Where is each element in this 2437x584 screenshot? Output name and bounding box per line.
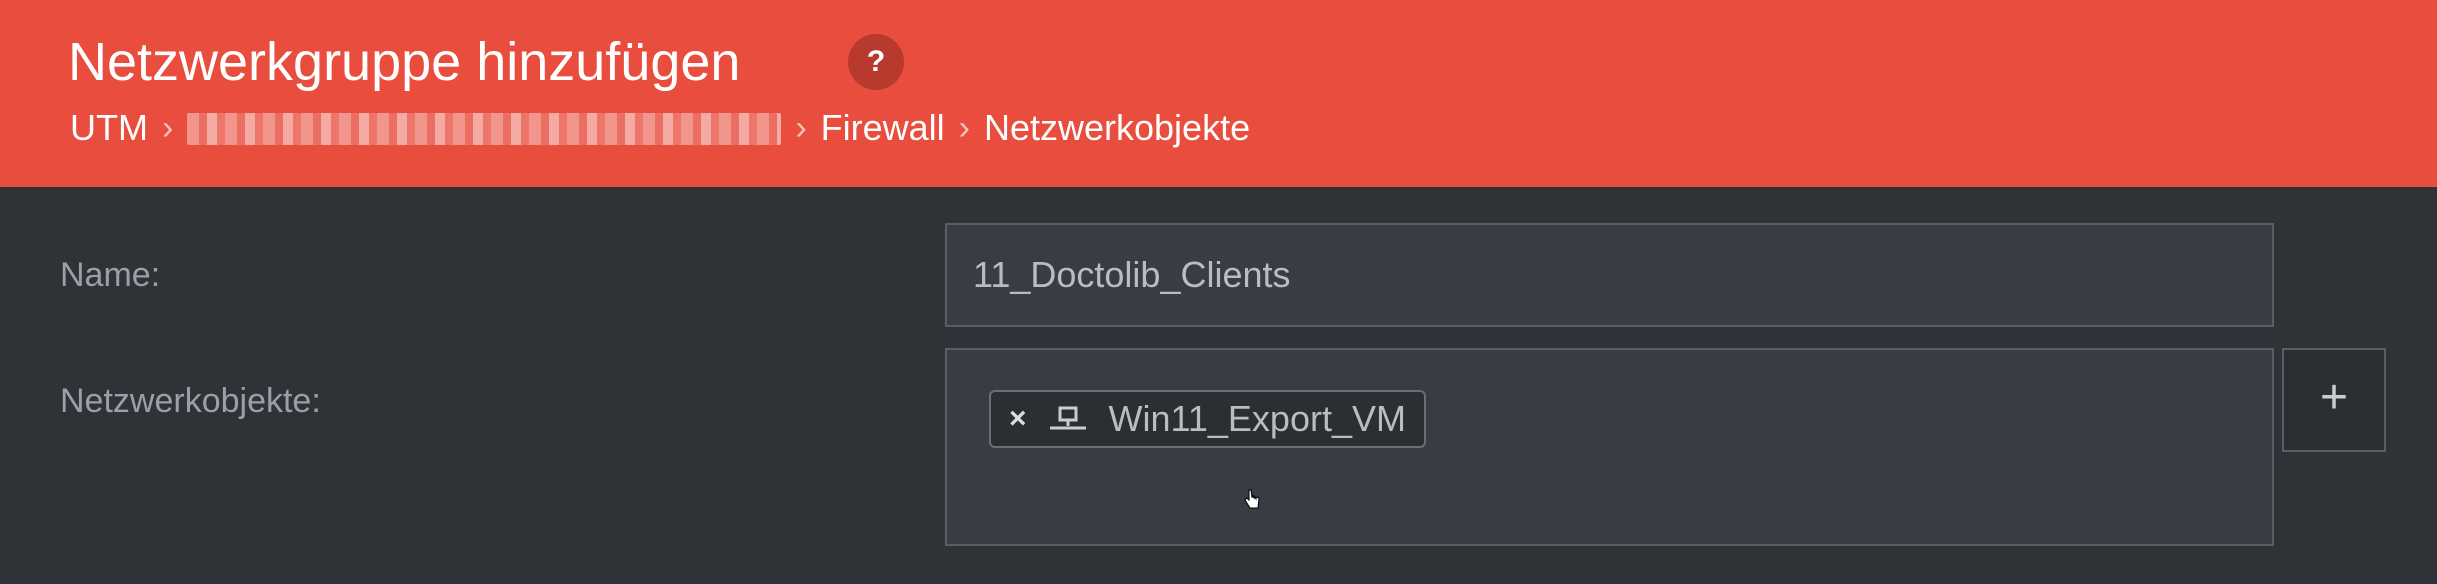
network-icon [1049,406,1086,430]
network-object-tag: × Win11_Export_VM [989,390,1426,448]
add-object-button[interactable]: + [2282,348,2386,452]
hand-cursor-icon [1244,489,1260,509]
breadcrumb-item-redacted[interactable] [187,113,782,145]
remove-tag-icon[interactable]: × [1009,402,1027,436]
help-icon[interactable]: ? [848,34,904,90]
netzwerkobjekte-field[interactable]: × Win11_Export_VM [945,348,2274,546]
name-label: Name: [60,256,161,294]
breadcrumb: UTM › › Firewall › Netzwerkobjekte [70,106,1250,150]
network-object-label: Win11_Export_VM [1108,398,1406,439]
breadcrumb-separator-icon: › [795,108,807,147]
breadcrumb-item-netzwerkobjekte[interactable]: Netzwerkobjekte [984,107,1250,149]
breadcrumb-separator-icon: › [161,108,174,147]
header-bar: Netzwerkgruppe hinzufügen ? UTM › › Fire… [0,0,2437,187]
netzwerkobjekte-label: Netzwerkobjekte: [60,382,321,420]
breadcrumb-item-utm[interactable]: UTM [70,107,148,149]
breadcrumb-separator-icon: › [958,108,970,147]
name-input[interactable]: 11_Doctolib_Clients [945,223,2274,327]
page-title: Netzwerkgruppe hinzufügen [68,32,741,92]
breadcrumb-item-firewall[interactable]: Firewall [821,107,945,149]
